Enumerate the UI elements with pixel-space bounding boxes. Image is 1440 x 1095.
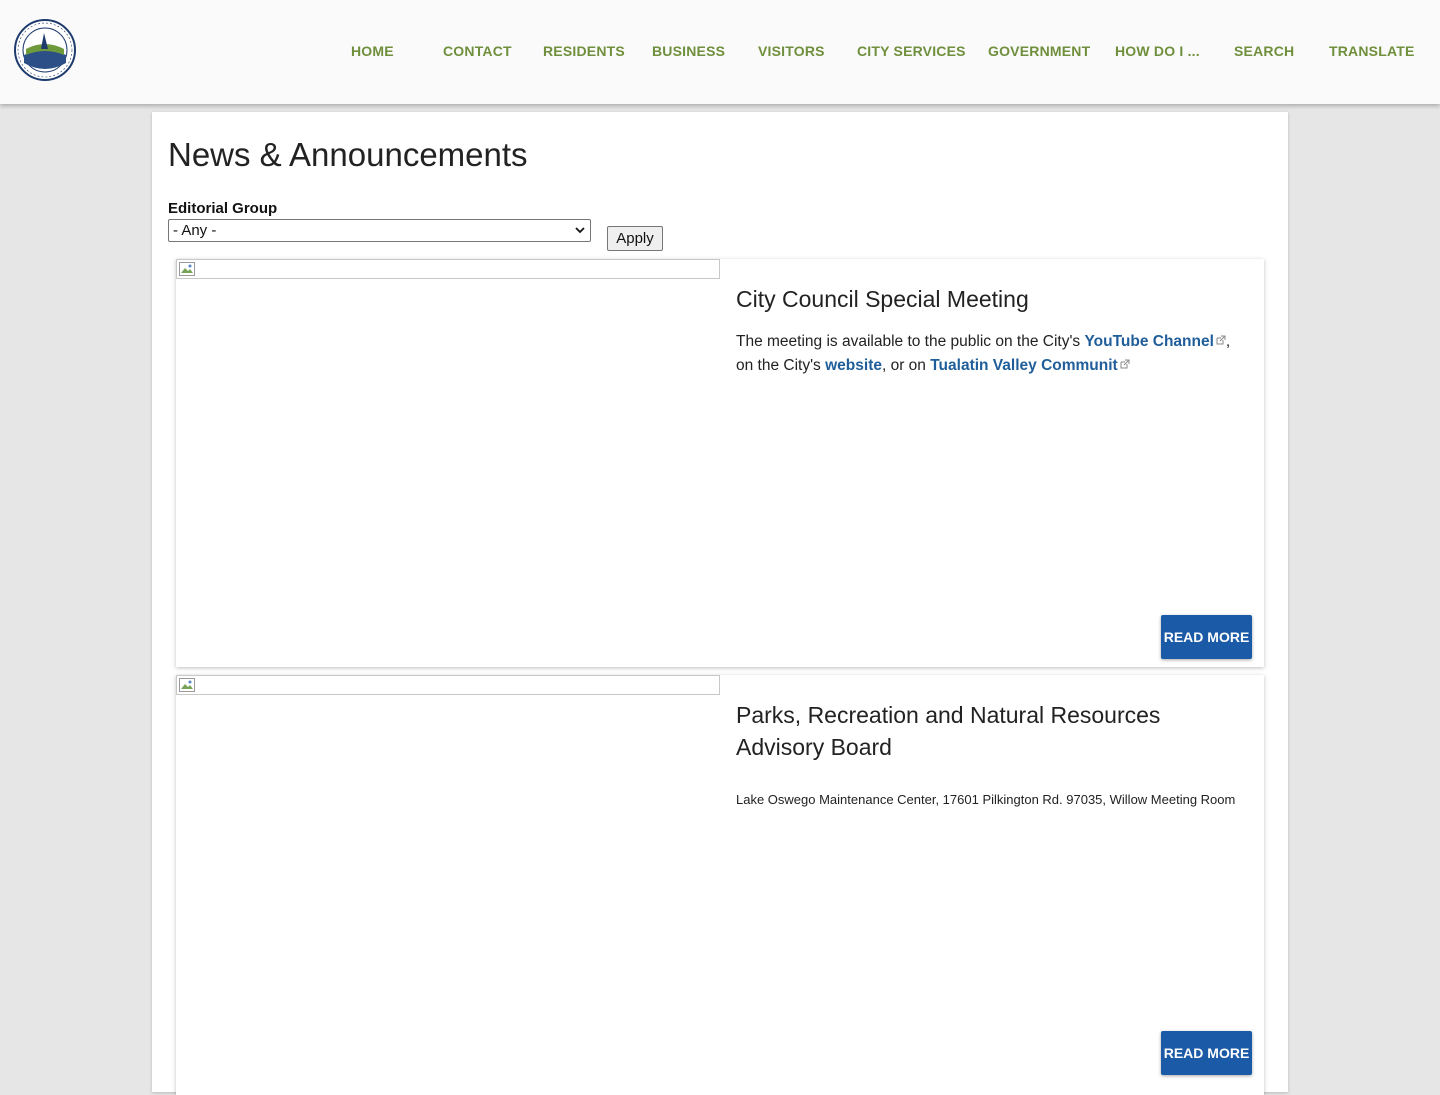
news-card: Parks, Recreation and Natural Resources … — [176, 675, 1264, 1095]
summary-text: , or on — [881, 357, 931, 374]
card-title[interactable]: City Council Special Meeting — [736, 283, 1236, 315]
website-link[interactable]: website — [825, 357, 882, 374]
chevron-down-icon — [575, 227, 585, 234]
card-title[interactable]: Parks, Recreation and Natural Resources … — [736, 699, 1236, 763]
read-more-button[interactable]: READ MORE — [1161, 1031, 1252, 1075]
apply-button[interactable]: Apply — [607, 226, 663, 251]
main-nav: HOME CONTACT RESIDENTS BUSINESS VISITORS… — [0, 0, 1440, 104]
content-panel: News & Announcements Editorial Group - A… — [152, 112, 1288, 1095]
nav-contact[interactable]: CONTACT — [443, 43, 512, 59]
nav-government[interactable]: GOVERNMENT — [988, 43, 1090, 59]
broken-image-icon — [179, 262, 195, 276]
broken-image[interactable] — [176, 259, 720, 279]
summary-text: The meeting is available to the public o… — [736, 333, 1085, 350]
nav-home[interactable]: HOME — [351, 43, 394, 59]
card-location: Lake Oswego Maintenance Center, 17601 Pi… — [736, 792, 1236, 807]
editorial-group-value: - Any - — [173, 222, 217, 239]
youtube-channel-link[interactable]: YouTube Channel — [1084, 333, 1213, 350]
nav-search[interactable]: SEARCH — [1234, 43, 1294, 59]
page-title: News & Announcements — [168, 136, 528, 173]
external-link-icon — [1216, 335, 1226, 345]
tualatin-valley-link[interactable]: Tualatin Valley Communit — [930, 357, 1117, 374]
nav-how-do-i[interactable]: HOW DO I ... — [1115, 43, 1200, 59]
site-header: HOME CONTACT RESIDENTS BUSINESS VISITORS… — [0, 0, 1440, 104]
broken-image[interactable] — [176, 675, 720, 695]
nav-business[interactable]: BUSINESS — [652, 43, 725, 59]
nav-city-services[interactable]: CITY SERVICES — [857, 43, 966, 59]
external-link-icon — [1120, 359, 1130, 369]
nav-translate[interactable]: TRANSLATE — [1329, 43, 1415, 59]
news-card: City Council Special Meeting The meeting… — [176, 259, 1264, 667]
nav-visitors[interactable]: VISITORS — [758, 43, 825, 59]
nav-residents[interactable]: RESIDENTS — [543, 43, 625, 59]
broken-image-icon — [179, 678, 195, 692]
card-summary: The meeting is available to the public o… — [736, 330, 1241, 378]
editorial-group-label: Editorial Group — [168, 200, 278, 217]
read-more-button[interactable]: READ MORE — [1161, 615, 1252, 659]
editorial-group-select[interactable]: - Any - — [168, 219, 591, 242]
